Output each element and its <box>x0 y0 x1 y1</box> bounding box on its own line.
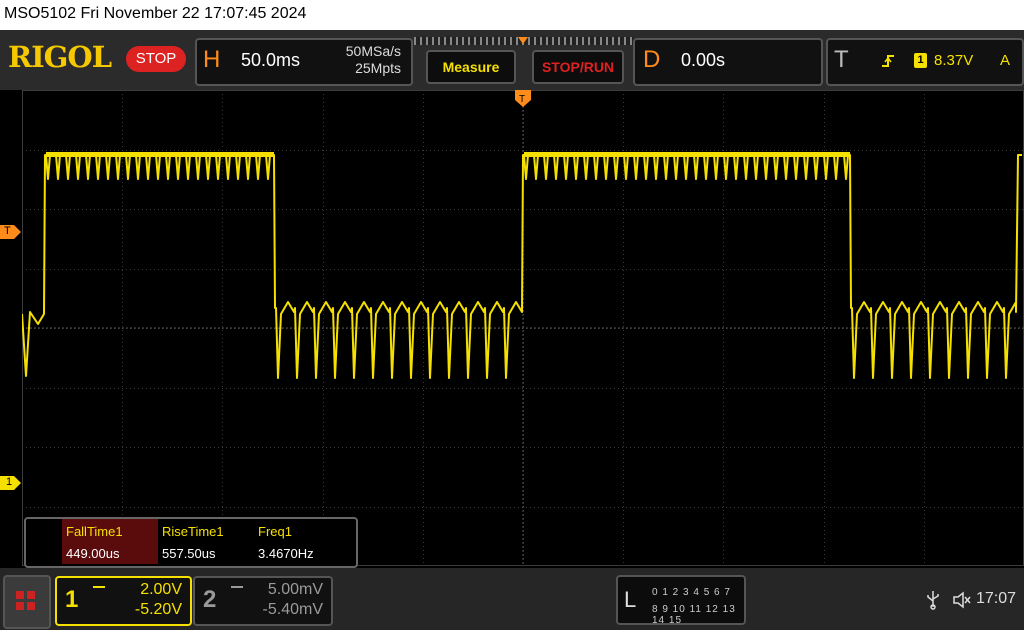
trigger-level-marker[interactable]: T <box>0 225 22 244</box>
delay-box[interactable]: D 0.00s <box>633 38 823 86</box>
rigol-logo: RIGOL <box>8 40 112 74</box>
trigger-position-marker[interactable]: T <box>515 90 531 113</box>
measurement-header-freq[interactable]: Freq1 <box>258 524 292 539</box>
title-bar: MSO5102 Fri November 22 17:07:45 2024 <box>0 0 1024 30</box>
trigger-level: 8.37V <box>934 52 974 69</box>
stop-run-button[interactable]: STOP/RUN <box>532 50 624 84</box>
channel1-offset: -5.20V <box>134 601 182 618</box>
logic-channels-row1: 0 1 2 3 4 5 6 7 <box>652 587 731 598</box>
measurement-value-freq: 3.4670Hz <box>258 546 314 561</box>
dc-coupling-icon <box>93 586 105 590</box>
run-state-badge[interactable]: STOP <box>126 46 186 72</box>
channel1-number: 1 <box>65 586 79 613</box>
trigger-mode: A <box>1000 52 1011 69</box>
measurement-header-risetime[interactable]: RiseTime1 <box>162 524 224 539</box>
dc-coupling-icon <box>231 586 243 590</box>
channel1-offset-marker[interactable]: 1 <box>0 476 22 495</box>
status-clock: 17:07 <box>976 590 1017 607</box>
horizontal-letter: H <box>203 46 221 73</box>
logic-letter: L <box>624 587 637 612</box>
waveform-display[interactable] <box>22 90 1024 566</box>
channel1-trace <box>22 154 1022 379</box>
channel2-offset: -5.40mV <box>262 601 323 618</box>
memory-position-marker <box>518 37 528 44</box>
channel2-number: 2 <box>203 586 217 613</box>
delay-letter: D <box>643 46 661 73</box>
horizontal-timebase-box[interactable]: H 50.0ms 50MSa/s 25Mpts <box>195 38 413 86</box>
trigger-letter: T <box>834 46 849 73</box>
sample-rate: 50MSa/s <box>345 43 401 59</box>
memory-depth: 25Mpts <box>355 60 401 76</box>
channel1-scale: 2.00V <box>140 581 182 598</box>
rising-edge-icon <box>880 52 896 75</box>
speaker-muted-icon[interactable] <box>952 590 972 615</box>
channel2-settings[interactable]: 2 5.00mV -5.40mV <box>193 576 333 626</box>
measurement-value-risetime: 557.50us <box>162 546 216 561</box>
logic-channels-row2: 8 9 10 11 12 13 14 15 <box>652 604 736 626</box>
usb-icon <box>926 590 940 615</box>
high-level-segment <box>46 152 274 157</box>
measurement-panel: FallTime1 RiseTime1 Freq1 449.00us 557.5… <box>24 517 358 568</box>
device-timestamp: MSO5102 Fri November 22 17:07:45 2024 <box>4 5 307 22</box>
trigger-source-badge: 1 <box>914 53 927 68</box>
svg-text:T: T <box>519 94 525 105</box>
channel2-scale: 5.00mV <box>267 581 323 598</box>
high-level-segment <box>524 152 850 157</box>
delay-value: 0.00s <box>681 50 726 70</box>
measurement-header-falltime[interactable]: FallTime1 <box>66 524 123 539</box>
channel1-settings[interactable]: 1 2.00V -5.20V <box>55 576 192 626</box>
trigger-box[interactable]: T 1 8.37V A <box>826 38 1024 86</box>
timebase-value: 50.0ms <box>241 50 301 70</box>
logic-channels-box[interactable]: L 0 1 2 3 4 5 6 7 8 9 10 11 12 13 14 15 <box>616 575 746 626</box>
measure-button[interactable]: Measure <box>426 50 516 84</box>
main-menu-button[interactable] <box>3 575 51 629</box>
measurement-value-falltime: 449.00us <box>66 546 120 561</box>
